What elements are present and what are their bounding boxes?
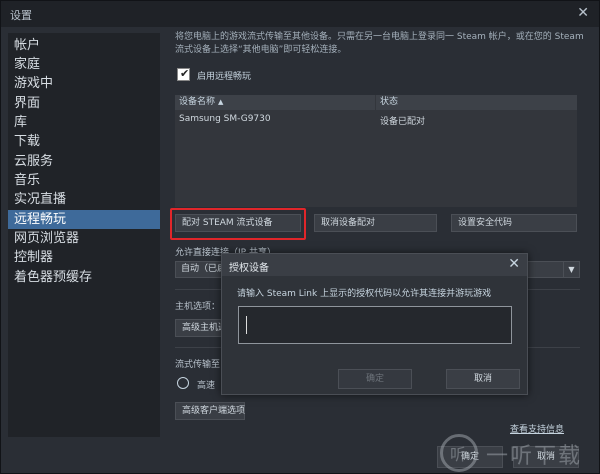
device-name-cell: Samsung SM-G9730	[179, 114, 271, 124]
watermark: 听 一听下载	[436, 432, 600, 474]
sidebar-item-interface[interactable]: 界面	[8, 94, 160, 113]
column-header-status[interactable]: 状态	[376, 95, 577, 110]
settings-window: 设置 ✕ 帐户 家庭 游戏中 界面 库 下载 云服务 音乐 实况直播 远程畅玩 …	[0, 0, 600, 474]
chevron-down-icon[interactable]: ▼	[563, 262, 579, 277]
check-icon: ✔	[180, 67, 190, 80]
sidebar-item-in-game[interactable]: 游戏中	[8, 74, 160, 93]
window-title: 设置	[10, 9, 32, 22]
sidebar-item-library[interactable]: 库	[8, 113, 160, 132]
close-icon[interactable]: ✕	[508, 256, 520, 272]
dialog-title-bar[interactable]: 授权设备 ✕	[222, 254, 527, 276]
sidebar-item-broadcasting[interactable]: 实况直播	[8, 190, 160, 209]
sidebar-item-account[interactable]: 帐户	[8, 36, 160, 55]
highlight-frame	[170, 208, 306, 240]
unpair-device-button[interactable]: 取消设备配对	[314, 214, 437, 232]
streaming-label: 流式传输至	[175, 360, 221, 370]
high-speed-label: 高速	[197, 381, 216, 391]
close-icon[interactable]: ✕	[577, 5, 589, 21]
dialog-title: 授权设备	[229, 263, 269, 274]
sidebar-item-cloud[interactable]: 云服务	[8, 152, 160, 171]
set-security-code-button[interactable]: 设置安全代码	[451, 214, 577, 232]
host-options-label: 主机选项：	[175, 302, 221, 312]
column-header-device-name[interactable]: 设备名称 ▲	[175, 95, 375, 110]
title-bar[interactable]: 设置 ✕	[1, 1, 599, 27]
intro-text: 将您电脑上的游戏流式传输至其他设备。只需在另一台电脑上登录同一 Steam 帐户…	[175, 32, 584, 55]
sidebar-item-family[interactable]: 家庭	[8, 55, 160, 74]
authorize-device-dialog: 授权设备 ✕ 请输入 Steam Link 上显示的授权代码以允许其连接并游玩游…	[221, 253, 528, 395]
dialog-cancel-button[interactable]: 取消	[446, 369, 520, 389]
authorization-code-input[interactable]	[238, 306, 512, 344]
device-table: 设备名称 ▲ 状态 Samsung SM-G9730 设备已配对	[175, 95, 577, 207]
sidebar-item-remote-play[interactable]: 远程畅玩	[8, 210, 160, 229]
watermark-glyph: 听	[450, 445, 467, 464]
sort-ascending-icon: ▲	[218, 98, 224, 106]
dialog-message: 请输入 Steam Link 上显示的授权代码以允许其连接并游玩游戏	[237, 289, 492, 299]
column-header-label: 状态	[380, 97, 399, 107]
sidebar-item-shader-cache[interactable]: 着色器预缓存	[8, 268, 160, 287]
direct-connect-value: 自动（已启	[181, 264, 227, 274]
sidebar-item-controller[interactable]: 控制器	[8, 248, 160, 267]
sidebar-item-downloads[interactable]: 下载	[8, 132, 160, 151]
watermark-text: 一听下载	[486, 444, 583, 469]
dialog-ok-button[interactable]: 确定	[338, 369, 412, 389]
column-header-label: 设备名称	[179, 97, 216, 107]
high-speed-radio[interactable]	[177, 377, 189, 389]
sidebar-item-music[interactable]: 音乐	[8, 171, 160, 190]
settings-sidebar: 帐户 家庭 游戏中 界面 库 下载 云服务 音乐 实况直播 远程畅玩 网页浏览器…	[8, 33, 160, 437]
sidebar-item-web-browser[interactable]: 网页浏览器	[8, 229, 160, 248]
device-status-cell: 设备已配对	[380, 117, 426, 127]
enable-remote-play-label: 启用远程畅玩	[197, 72, 252, 82]
advanced-client-options-button[interactable]: 高级客户端选项	[175, 402, 245, 420]
enable-remote-play-checkbox[interactable]: ✔	[177, 67, 190, 81]
